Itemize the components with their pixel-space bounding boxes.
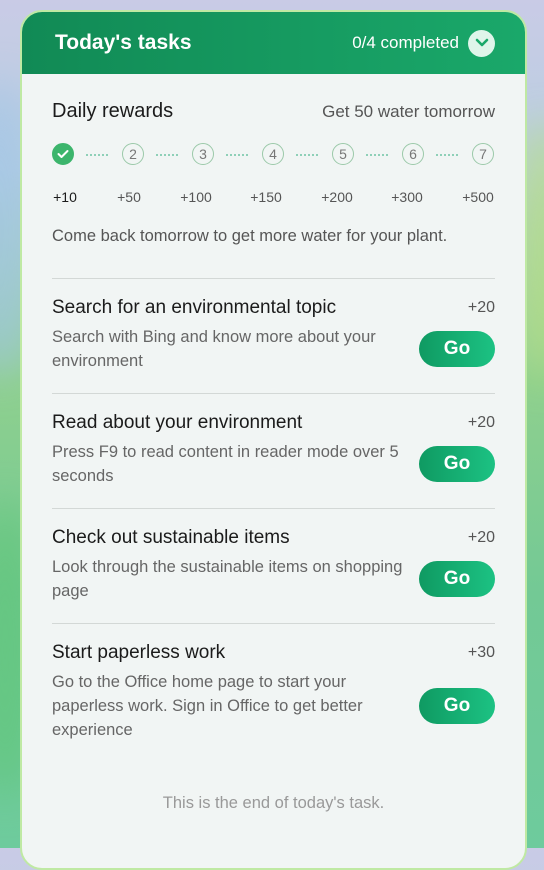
task-description: Press F9 to read content in reader mode … — [52, 443, 399, 485]
chevron-down-icon[interactable] — [468, 29, 495, 57]
step-connector — [156, 154, 178, 156]
reward-value: +10 — [53, 189, 77, 205]
go-button[interactable]: Go — [419, 331, 495, 367]
task-title: Search for an environmental topic — [52, 297, 337, 318]
task-points: +20 — [467, 414, 495, 431]
step-4: 4 — [262, 143, 284, 165]
task-description: Look through the sustainable items on sh… — [52, 558, 403, 600]
task-points: +20 — [467, 299, 495, 316]
go-button[interactable]: Go — [419, 561, 495, 597]
progress-toggle[interactable]: 0/4 completed — [352, 29, 495, 57]
daily-rewards-hint: Get 50 water tomorrow — [322, 101, 495, 121]
go-button[interactable]: Go — [419, 688, 495, 724]
task-item: Start paperless work +30 Go to the Offic… — [52, 624, 495, 762]
go-button[interactable]: Go — [419, 446, 495, 482]
tasks-panel: Today's tasks 0/4 completed Daily reward… — [20, 10, 527, 870]
reward-values: +10 +50 +100 +150 +200 +300 +500 — [52, 189, 495, 209]
step-connector — [436, 154, 458, 156]
task-item: Check out sustainable items +20 Look thr… — [52, 509, 495, 623]
panel-title: Today's tasks — [55, 31, 192, 54]
step-connector — [86, 154, 108, 156]
step-2: 2 — [122, 143, 144, 165]
task-title: Start paperless work — [52, 642, 226, 663]
reward-value: +300 — [391, 189, 423, 205]
end-of-tasks-text: This is the end of today's task. — [162, 794, 385, 812]
task-item: Search for an environmental topic +20 Se… — [52, 279, 495, 393]
task-title: Read about your environment — [52, 412, 303, 433]
daily-rewards-title: Daily rewards — [52, 100, 174, 122]
daily-rewards-header: Daily rewards Get 50 water tomorrow — [52, 100, 495, 123]
reward-value: +100 — [180, 189, 212, 205]
panel-header: Today's tasks 0/4 completed — [22, 12, 525, 74]
step-1-checkmark-icon — [52, 143, 74, 165]
step-connector — [366, 154, 388, 156]
task-points: +30 — [467, 644, 495, 661]
step-5: 5 — [332, 143, 354, 165]
reward-value: +50 — [117, 189, 141, 205]
completed-count: 0/4 completed — [352, 33, 459, 52]
reward-value: +200 — [321, 189, 353, 205]
step-7: 7 — [472, 143, 494, 165]
task-title: Check out sustainable items — [52, 527, 290, 548]
step-connector — [296, 154, 318, 156]
reward-steps: 2 3 4 5 6 7 — [52, 143, 495, 169]
step-6: 6 — [402, 143, 424, 165]
step-connector — [226, 154, 248, 156]
rewards-note: Come back tomorrow to get more water for… — [52, 227, 448, 245]
step-3: 3 — [192, 143, 214, 165]
reward-value: +500 — [462, 189, 494, 205]
task-item: Read about your environment +20 Press F9… — [52, 394, 495, 508]
task-description: Search with Bing and know more about you… — [52, 328, 376, 370]
reward-value: +150 — [250, 189, 282, 205]
task-description: Go to the Office home page to start your… — [52, 673, 363, 739]
task-points: +20 — [467, 529, 495, 546]
